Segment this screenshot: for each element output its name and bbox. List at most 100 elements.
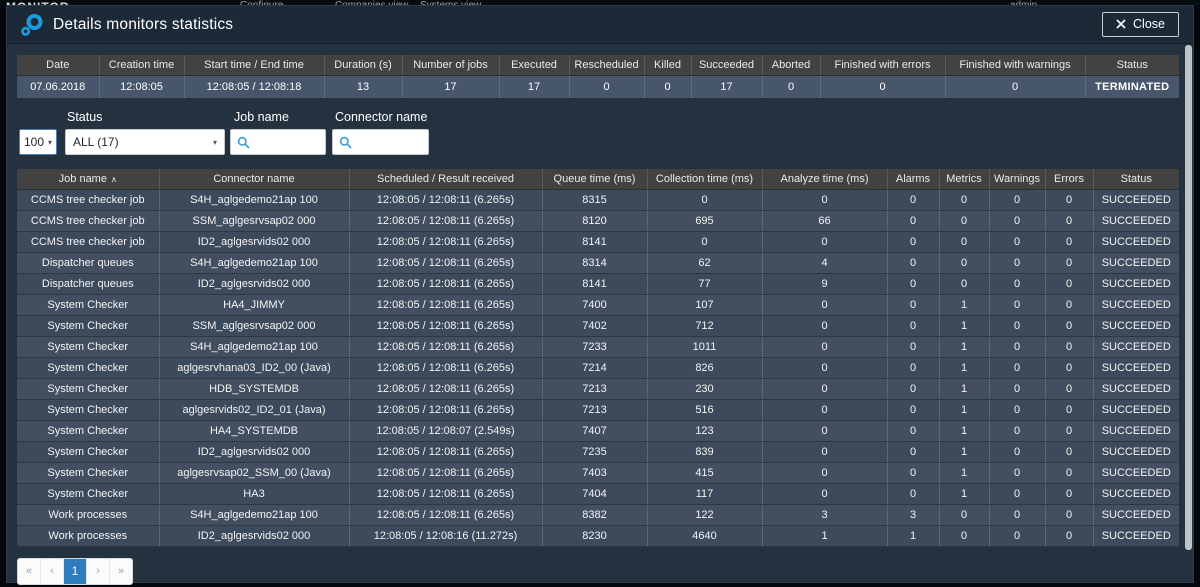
pagination: «‹1›» (17, 558, 133, 585)
page-button[interactable]: ‹ (41, 559, 64, 584)
table-row: Dispatcher queuesS4H_aglgedemo21ap 10012… (17, 252, 1179, 273)
jobs-cell: 107 (647, 294, 762, 315)
jobs-col-header[interactable]: Alarms (887, 169, 939, 189)
jobs-cell: 0 (939, 252, 989, 273)
jobs-col-header[interactable]: Metrics (939, 169, 989, 189)
close-button[interactable]: Close (1102, 12, 1179, 37)
page-button-current[interactable]: 1 (64, 559, 87, 584)
connector-name-search-input[interactable] (357, 134, 425, 150)
jobs-cell: 0 (989, 483, 1045, 504)
table-row: System CheckerSSM_aglgesrvsap02 00012:08… (17, 315, 1179, 336)
jobs-cell: 0 (989, 420, 1045, 441)
jobs-cell: 0 (887, 462, 939, 483)
jobs-cell: 1 (939, 462, 989, 483)
jobs-cell: 0 (989, 399, 1045, 420)
summary-col-header: Rescheduled (569, 55, 644, 75)
page-button[interactable]: › (87, 559, 110, 584)
jobs-cell: 12:08:05 / 12:08:16 (11.272s) (349, 525, 542, 546)
jobs-cell: 0 (939, 189, 989, 210)
jobs-cell: 0 (989, 252, 1045, 273)
close-button-label: Close (1133, 17, 1165, 31)
summary-col-header: Finished with errors (820, 55, 945, 75)
jobs-cell: S4H_aglgedemo21ap 100 (159, 336, 349, 357)
jobs-cell: 77 (647, 273, 762, 294)
jobs-cell: 0 (989, 273, 1045, 294)
jobs-col-header[interactable]: Status (1093, 169, 1179, 189)
jobs-cell: 0 (887, 420, 939, 441)
jobs-cell: System Checker (17, 357, 159, 378)
jobs-col-header[interactable]: Analyze time (ms) (762, 169, 887, 189)
jobs-cell: 3 (887, 504, 939, 525)
summary-cell: 0 (762, 75, 820, 98)
jobs-cell: Dispatcher queues (17, 273, 159, 294)
jobs-cell: 0 (1045, 273, 1093, 294)
jobs-cell: 0 (887, 231, 939, 252)
jobs-cell: CCMS tree checker job (17, 231, 159, 252)
jobs-cell: SUCCEEDED (1093, 273, 1179, 294)
jobs-cell: 0 (989, 210, 1045, 231)
page-button[interactable]: « (18, 559, 41, 584)
jobs-cell: SUCCEEDED (1093, 357, 1179, 378)
jobs-col-header[interactable]: Scheduled / Result received (349, 169, 542, 189)
jobs-col-header[interactable]: Warnings (989, 169, 1045, 189)
summary-col-header: Finished with warnings (945, 55, 1085, 75)
jobs-cell: 0 (989, 315, 1045, 336)
jobs-cell: 0 (887, 315, 939, 336)
jobs-cell: 12:08:05 / 12:08:11 (6.265s) (349, 210, 542, 231)
jobs-cell: Dispatcher queues (17, 252, 159, 273)
jobs-cell: 0 (887, 189, 939, 210)
jobs-cell: CCMS tree checker job (17, 189, 159, 210)
jobs-col-header[interactable]: Job name∧ (17, 169, 159, 189)
jobs-cell: 0 (989, 189, 1045, 210)
table-row: System Checkeraglgesrvhana03_ID2_00 (Jav… (17, 357, 1179, 378)
close-icon (1116, 19, 1126, 29)
chevron-down-icon: ▾ (213, 138, 217, 147)
jobs-cell: 8382 (542, 504, 647, 525)
jobs-cell: 12:08:05 / 12:08:07 (2.549s) (349, 420, 542, 441)
jobs-cell: 8120 (542, 210, 647, 231)
jobs-cell: 0 (939, 210, 989, 231)
jobs-col-header[interactable]: Connector name (159, 169, 349, 189)
jobs-cell: 122 (647, 504, 762, 525)
jobs-cell: 12:08:05 / 12:08:11 (6.265s) (349, 189, 542, 210)
jobs-cell: 1 (762, 525, 887, 546)
search-icon (237, 136, 250, 149)
jobs-cell: 0 (887, 252, 939, 273)
job-name-search-field[interactable] (230, 129, 326, 155)
page-button[interactable]: » (110, 559, 132, 584)
jobs-col-header[interactable]: Collection time (ms) (647, 169, 762, 189)
vertical-scrollbar[interactable] (1185, 45, 1192, 550)
jobs-cell: SUCCEEDED (1093, 294, 1179, 315)
chevron-down-icon: ▾ (48, 138, 52, 147)
jobs-cell: aglgesrvhana03_ID2_00 (Java) (159, 357, 349, 378)
connector-name-search-field[interactable] (332, 129, 429, 155)
jobs-cell: 4 (762, 252, 887, 273)
jobs-cell: 0 (1045, 357, 1093, 378)
jobs-cell: System Checker (17, 483, 159, 504)
jobs-cell: 0 (1045, 378, 1093, 399)
jobs-col-header[interactable]: Queue time (ms) (542, 169, 647, 189)
summary-col-header: Aborted (762, 55, 820, 75)
job-name-search-input[interactable] (255, 134, 323, 150)
jobs-cell: 8230 (542, 525, 647, 546)
jobs-cell: 12:08:05 / 12:08:11 (6.265s) (349, 294, 542, 315)
jobs-cell: 0 (762, 357, 887, 378)
jobs-cell: 0 (887, 336, 939, 357)
jobs-cell: System Checker (17, 378, 159, 399)
jobs-cell: HA3 (159, 483, 349, 504)
jobs-cell: 0 (939, 231, 989, 252)
jobs-cell: 0 (1045, 399, 1093, 420)
jobs-cell: SUCCEEDED (1093, 504, 1179, 525)
jobs-cell: 826 (647, 357, 762, 378)
gear-dots-icon (21, 13, 43, 37)
jobs-cell: 0 (887, 483, 939, 504)
jobs-cell: 0 (762, 420, 887, 441)
status-filter-select[interactable]: ALL (17) ▾ (65, 129, 225, 155)
jobs-statistics-table: Job name∧Connector nameScheduled / Resul… (17, 169, 1179, 547)
jobs-cell: S4H_aglgedemo21ap 100 (159, 252, 349, 273)
page-size-select[interactable]: 100 ▾ (19, 129, 57, 155)
jobs-cell: 1 (939, 357, 989, 378)
table-row: Work processesID2_aglgesrvids02 00012:08… (17, 525, 1179, 546)
jobs-col-header[interactable]: Errors (1045, 169, 1093, 189)
jobs-cell: 0 (989, 378, 1045, 399)
